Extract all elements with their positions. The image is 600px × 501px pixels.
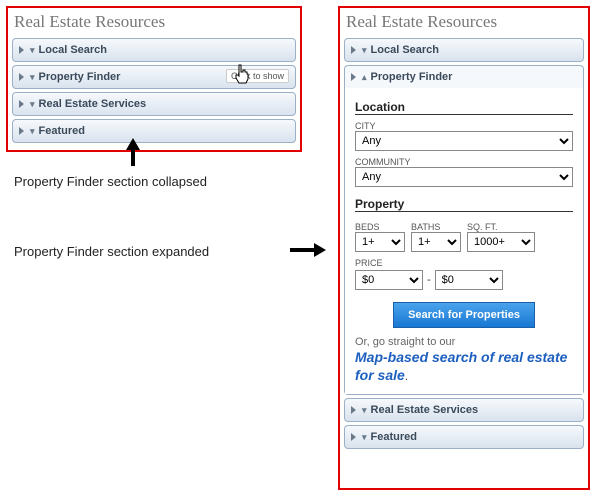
triangle-right-icon bbox=[19, 127, 24, 135]
period: . bbox=[405, 371, 408, 383]
caret-down-icon: ▾ bbox=[30, 72, 35, 83]
accordion: ▾ Local Search ▾ Property Finder Click t… bbox=[8, 38, 300, 150]
tooltip: Click to show bbox=[226, 69, 289, 83]
baths-select[interactable]: 1+ bbox=[411, 232, 461, 252]
arrow-up-icon bbox=[131, 150, 135, 166]
section-label: Featured bbox=[39, 125, 85, 137]
arrow-right-icon bbox=[314, 243, 326, 257]
section-featured[interactable]: ▾ Featured bbox=[344, 425, 584, 449]
or-text: Or, go straight to our bbox=[355, 336, 573, 348]
beds-label: BEDS bbox=[355, 222, 405, 232]
section-featured[interactable]: ▾ Featured bbox=[12, 119, 296, 143]
section-label: Property Finder bbox=[371, 71, 453, 83]
section-property-finder[interactable]: ▾ Property Finder Click to show bbox=[12, 65, 296, 89]
price-max-select[interactable]: $0 bbox=[435, 270, 503, 290]
widget-title: Real Estate Resources bbox=[8, 8, 300, 38]
triangle-right-icon bbox=[19, 73, 24, 81]
arrow-up-icon bbox=[126, 138, 140, 150]
caret-up-icon: ▴ bbox=[362, 72, 367, 83]
price-min-select[interactable]: $0 bbox=[355, 270, 423, 290]
section-local-search[interactable]: ▾ Local Search bbox=[344, 38, 584, 62]
community-select[interactable]: Any bbox=[355, 167, 573, 187]
price-label: PRICE bbox=[355, 258, 573, 268]
triangle-right-icon bbox=[351, 73, 356, 81]
section-label: Local Search bbox=[39, 44, 107, 56]
triangle-right-icon bbox=[351, 46, 356, 54]
section-header[interactable]: ▴ Property Finder bbox=[345, 66, 583, 88]
triangle-right-icon bbox=[351, 406, 356, 414]
section-label: Real Estate Services bbox=[39, 98, 147, 110]
section-real-estate-services[interactable]: ▾ Real Estate Services bbox=[12, 92, 296, 116]
accordion: ▾ Local Search ▴ Property Finder Locatio… bbox=[340, 38, 588, 456]
triangle-right-icon bbox=[19, 100, 24, 108]
property-finder-body: Location CITY Any COMMUNITY Any Property bbox=[345, 88, 583, 394]
section-label: Real Estate Services bbox=[371, 404, 479, 416]
caret-down-icon: ▾ bbox=[30, 126, 35, 137]
section-label: Property Finder bbox=[39, 71, 121, 83]
divider bbox=[355, 114, 573, 115]
triangle-right-icon bbox=[351, 433, 356, 441]
widget-collapsed: Real Estate Resources ▾ Local Search ▾ P… bbox=[6, 6, 302, 152]
search-button[interactable]: Search for Properties bbox=[393, 302, 535, 328]
arrow-right-icon bbox=[290, 248, 314, 252]
sqft-select[interactable]: 1000+ bbox=[467, 232, 535, 252]
location-heading: Location bbox=[355, 100, 573, 114]
price-separator: - bbox=[427, 274, 431, 286]
section-local-search[interactable]: ▾ Local Search bbox=[12, 38, 296, 62]
city-label: CITY bbox=[355, 121, 573, 131]
community-label: COMMUNITY bbox=[355, 157, 573, 167]
baths-label: BATHS bbox=[411, 222, 461, 232]
city-select[interactable]: Any bbox=[355, 131, 573, 151]
caption-collapsed: Property Finder section collapsed bbox=[14, 174, 207, 189]
caret-down-icon: ▾ bbox=[30, 99, 35, 110]
caret-down-icon: ▾ bbox=[362, 45, 367, 56]
triangle-right-icon bbox=[19, 46, 24, 54]
map-search-link[interactable]: Map-based search of real estate for sale bbox=[355, 349, 567, 383]
property-heading: Property bbox=[355, 197, 573, 211]
caption-expanded: Property Finder section expanded bbox=[14, 244, 209, 259]
widget-title: Real Estate Resources bbox=[340, 8, 588, 38]
section-label: Local Search bbox=[371, 44, 439, 56]
divider bbox=[355, 211, 573, 212]
section-real-estate-services[interactable]: ▾ Real Estate Services bbox=[344, 398, 584, 422]
caret-down-icon: ▾ bbox=[362, 405, 367, 416]
section-label: Featured bbox=[371, 431, 417, 443]
section-property-finder-expanded: ▴ Property Finder Location CITY Any COMM… bbox=[344, 65, 584, 395]
sqft-label: SQ. FT. bbox=[467, 222, 535, 232]
caret-down-icon: ▾ bbox=[30, 45, 35, 56]
caret-down-icon: ▾ bbox=[362, 432, 367, 443]
widget-expanded: Real Estate Resources ▾ Local Search ▴ P… bbox=[338, 6, 590, 490]
beds-select[interactable]: 1+ bbox=[355, 232, 405, 252]
